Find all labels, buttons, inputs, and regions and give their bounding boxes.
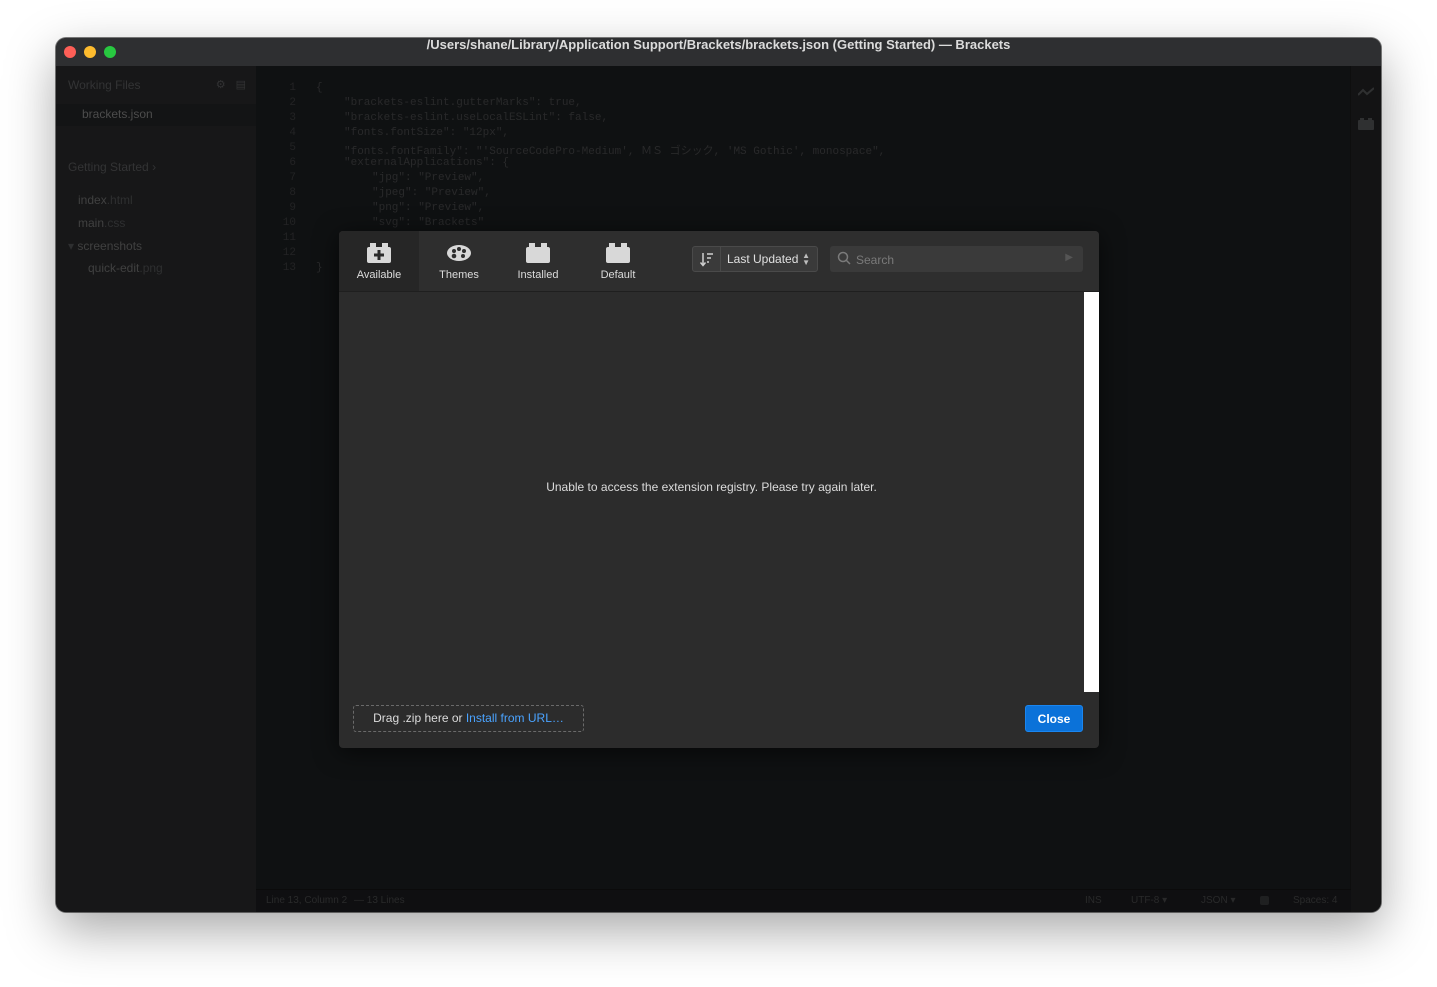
working-file-item[interactable]: brackets.json — [56, 104, 256, 126]
close-button[interactable]: Close — [1025, 705, 1083, 732]
line-number: 5 — [289, 142, 296, 154]
sort-icon — [693, 247, 721, 271]
line-number: 4 — [289, 127, 296, 139]
code-text: "fonts.fontSize": "12px", — [344, 127, 510, 139]
chevron-down-icon: ▾ — [1162, 895, 1168, 906]
title-bar: /Users/shane/Library/Application Support… — [56, 38, 1381, 67]
folder-caret-icon: ▾ — [68, 239, 78, 253]
right-toolbar — [1350, 66, 1381, 912]
tab-label: Installed — [517, 269, 559, 281]
code-text: "fonts.fontFamily": "'SourceCodePro-Medi… — [344, 146, 886, 158]
plus-package-icon — [367, 243, 391, 263]
line-number: 2 — [289, 97, 296, 109]
split-view-icon[interactable]: ▤ — [236, 79, 246, 91]
search-box[interactable]: ▶ — [830, 246, 1083, 274]
registry-error-message: Unable to access the extension registry.… — [546, 480, 877, 494]
zip-drop-zone[interactable]: Drag .zip here or Install from URL… — [353, 705, 584, 732]
tree-item-ext: .css — [104, 216, 126, 230]
line-number: 3 — [289, 112, 296, 124]
sort-label: Last Updated — [727, 252, 799, 266]
window-title: /Users/shane/Library/Application Support… — [426, 38, 1011, 52]
drop-zone-text: Drag .zip here or — [373, 711, 466, 725]
tree-item-index[interactable]: index.html — [78, 193, 133, 207]
chevron-down-icon: ▾ — [1230, 895, 1236, 906]
extension-manager-icon[interactable] — [1358, 118, 1374, 130]
line-number: 9 — [289, 202, 296, 214]
linter-status-icon[interactable] — [1260, 896, 1269, 905]
tree-item-ext: .html — [106, 193, 133, 207]
language-label: JSON — [1201, 895, 1228, 906]
insert-mode[interactable]: INS — [1085, 895, 1102, 906]
tree-item-name: quick-edit — [88, 261, 140, 275]
search-icon — [837, 251, 851, 265]
language-select[interactable]: JSON ▾ — [1201, 895, 1235, 906]
project-title-label: Getting Started — [68, 160, 149, 174]
tree-item-name: index — [78, 193, 107, 207]
line-number: 12 — [282, 247, 296, 259]
encoding-label: UTF-8 — [1131, 895, 1160, 906]
sort-select[interactable]: Last Updated ▲ ▼ — [692, 246, 818, 272]
tree-item-name: main — [78, 216, 105, 230]
code-text: "externalApplications": { — [344, 157, 510, 169]
line-number: 13 — [282, 262, 296, 274]
tree-item-quick-edit[interactable]: quick-edit.png — [88, 261, 163, 275]
palette-icon — [447, 243, 471, 263]
encoding-select[interactable]: UTF-8 ▾ — [1131, 895, 1167, 906]
tree-item-name: screenshots — [77, 239, 143, 253]
scrollbar[interactable] — [1084, 292, 1099, 692]
gear-icon[interactable]: ⚙ — [216, 79, 226, 91]
code-text: { — [316, 82, 323, 94]
code-text: } — [316, 262, 323, 274]
tree-item-ext: .png — [139, 261, 163, 275]
extension-list: Unable to access the extension registry.… — [339, 292, 1084, 692]
up-down-arrows-icon: ▲ ▼ — [802, 251, 810, 267]
line-number: 1 — [289, 82, 296, 94]
code-text: "jpeg": "Preview", — [372, 187, 491, 199]
install-from-url-link[interactable]: Install from URL… — [466, 711, 564, 725]
status-bar: Line 13, Column 2 — 13 Lines INS UTF-8 ▾… — [256, 889, 1351, 912]
clear-search-icon[interactable]: ▶ — [1065, 252, 1073, 263]
tree-item-screenshots[interactable]: ▾ screenshots — [68, 239, 142, 253]
code-text: "brackets-eslint.gutterMarks": true, — [344, 97, 582, 109]
tab-installed[interactable]: Installed — [498, 231, 578, 291]
line-number: 8 — [289, 187, 296, 199]
extension-manager-dialog: Available Themes Installed Default Last … — [339, 231, 1099, 748]
project-title[interactable]: Getting Started › — [68, 160, 156, 174]
tab-label: Themes — [439, 269, 479, 281]
chevron-right-icon: › — [152, 160, 157, 174]
tab-label: Default — [600, 269, 636, 281]
code-text: "svg": "Brackets" — [372, 217, 485, 229]
working-files-title: Working Files — [68, 78, 141, 92]
search-input[interactable] — [854, 246, 1058, 274]
live-preview-icon[interactable] — [1357, 86, 1375, 98]
line-number: 10 — [282, 217, 296, 229]
working-files-actions: ⚙ ▤ — [206, 78, 246, 91]
package-icon — [526, 243, 550, 263]
tab-themes[interactable]: Themes — [419, 231, 499, 291]
cursor-position: Line 13, Column 2 — [266, 895, 348, 906]
tab-label: Available — [356, 269, 402, 281]
tab-available[interactable]: Available — [339, 231, 419, 291]
code-text: "brackets-eslint.useLocalESLint": false, — [344, 112, 609, 124]
code-text: "jpg": "Preview", — [372, 172, 485, 184]
tree-item-main[interactable]: main.css — [78, 216, 125, 230]
line-number: 7 — [289, 172, 296, 184]
line-number: 6 — [289, 157, 296, 169]
line-count: — 13 Lines — [354, 895, 405, 906]
tab-default[interactable]: Default — [578, 231, 658, 291]
working-file-label: brackets.json — [82, 107, 153, 121]
line-number: 11 — [282, 232, 296, 244]
sidebar: Working Files ⚙ ▤ brackets.json Getting S… — [56, 66, 256, 912]
extension-manager-header: Available Themes Installed Default Last … — [339, 231, 1099, 292]
indent-spaces[interactable]: Spaces: 4 — [1293, 895, 1337, 906]
code-text: "png": "Preview", — [372, 202, 485, 214]
package-icon — [606, 243, 630, 263]
